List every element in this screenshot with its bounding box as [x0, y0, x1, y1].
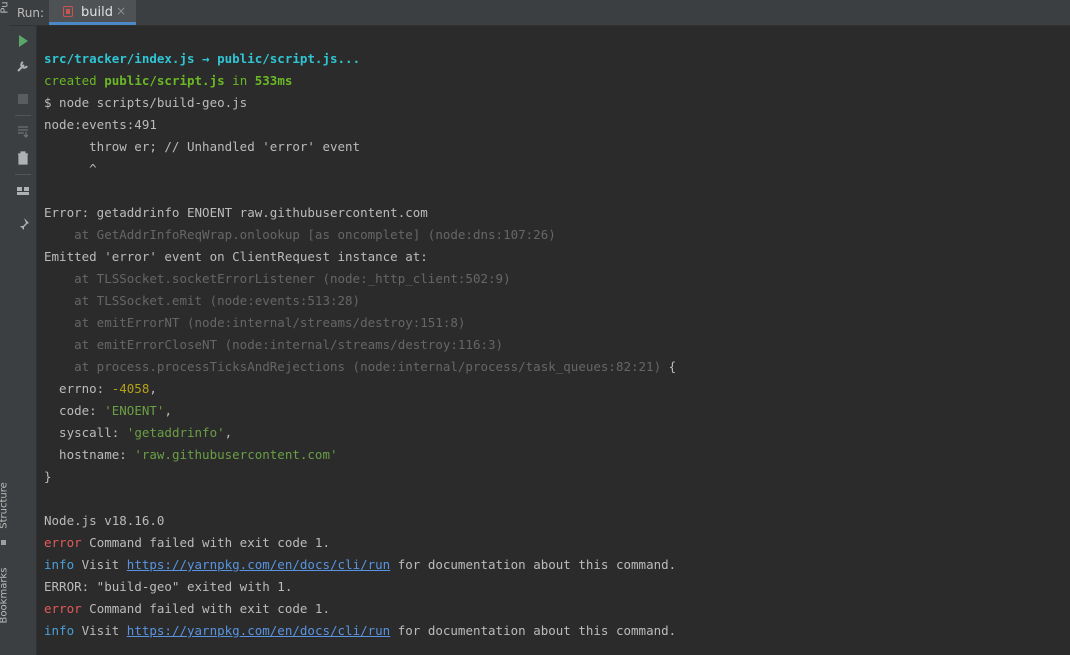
output-path: public/script.js — [217, 51, 338, 66]
prop-key: syscall: — [44, 425, 127, 440]
comma: , — [224, 425, 233, 440]
in-text: in — [224, 73, 255, 88]
layout-icon[interactable] — [16, 184, 30, 198]
console-line: Error: getaddrinfo ENOENT raw.githubuser… — [44, 205, 428, 220]
stack-frame: at process.processTicksAndRejections (no… — [44, 359, 662, 374]
console-line: info Visit https://yarnpkg.com/en/docs/c… — [44, 620, 1070, 642]
ellipsis-text: ... — [337, 51, 361, 66]
console-line: src/tracker/index.js → public/script.js.… — [44, 48, 1070, 70]
stop-icon — [18, 94, 28, 104]
console-line: } — [44, 469, 52, 484]
toolbar-separator — [15, 115, 31, 116]
console-line: node:events:491 — [44, 117, 157, 132]
info-text: Visit — [74, 557, 127, 572]
run-toolbar — [9, 26, 37, 655]
console-line: error Command failed with exit code 1. — [44, 532, 1070, 554]
syscall-value: 'getaddrinfo' — [126, 425, 225, 440]
error-message: Command failed with exit code 1. — [81, 601, 330, 616]
console-line: Node.js v18.16.0 — [44, 513, 165, 528]
arrow-text: → — [194, 51, 218, 66]
prop-key: code: — [44, 403, 105, 418]
structure-icon[interactable] — [1, 540, 6, 545]
scroll-to-end-icon[interactable] — [16, 124, 30, 138]
close-icon[interactable]: × — [116, 4, 126, 18]
console-line: at process.processTicksAndRejections (no… — [44, 356, 1070, 378]
created-path: public/script.js — [104, 73, 225, 88]
prop-key: errno: — [44, 381, 112, 396]
stack-frame: at TLSSocket.socketErrorListener (node:_… — [44, 271, 511, 286]
toolbar-separator — [15, 174, 31, 175]
console-output[interactable]: src/tracker/index.js → public/script.js.… — [44, 48, 1070, 655]
stack-frame: at emitErrorCloseNT (node:internal/strea… — [44, 337, 504, 352]
prop-key: hostname: — [44, 447, 135, 462]
trash-icon[interactable] — [16, 151, 30, 165]
console-line: ERROR: "build-geo" exited with 1. — [44, 579, 293, 594]
input-path: src/tracker/index.js — [44, 51, 195, 66]
console-line: $ node scripts/build-geo.js — [44, 95, 248, 110]
pin-icon[interactable] — [16, 217, 30, 231]
run-tool-header: Run: build × — [9, 0, 1070, 26]
console-line: error Command failed with exit code 1. — [44, 598, 1070, 620]
brace-open: { — [661, 359, 677, 374]
console-line: errno: -4058, — [44, 378, 1070, 400]
errno-value: -4058 — [111, 381, 150, 396]
docs-link[interactable]: https://yarnpkg.com/en/docs/cli/run — [127, 623, 390, 638]
error-tag: error — [44, 601, 82, 616]
console-line: Emitted 'error' event on ClientRequest i… — [44, 249, 428, 264]
console-line: info Visit https://yarnpkg.com/en/docs/c… — [44, 554, 1070, 576]
console-line: created public/script.js in 533ms — [44, 70, 1070, 92]
console-line: throw er; // Unhandled 'error' event — [44, 139, 361, 154]
info-tag: info — [44, 623, 75, 638]
code-value: 'ENOENT' — [104, 403, 165, 418]
npm-script-icon — [63, 6, 73, 17]
info-tag: info — [44, 557, 75, 572]
console-line: code: 'ENOENT', — [44, 400, 1070, 422]
build-time: 533ms — [254, 73, 293, 88]
tab-build[interactable]: build × — [49, 0, 136, 25]
tab-build-label: build — [81, 5, 113, 20]
comma: , — [164, 403, 172, 418]
hostname-value: 'raw.githubusercontent.com' — [134, 447, 338, 462]
info-text: for documentation about this command. — [390, 623, 677, 638]
created-text: created — [44, 73, 105, 88]
console-line: ^ — [44, 161, 97, 176]
error-message: Command failed with exit code 1. — [81, 535, 330, 550]
info-text: Visit — [74, 623, 127, 638]
stack-frame: at GetAddrInfoReqWrap.onlookup [as oncom… — [44, 227, 556, 242]
stack-frame: at TLSSocket.emit (node:events:513:28) — [44, 293, 361, 308]
error-tag: error — [44, 535, 82, 550]
stack-frame: at emitErrorNT (node:internal/streams/de… — [44, 315, 466, 330]
wrench-icon[interactable] — [16, 59, 30, 73]
console-line: hostname: 'raw.githubusercontent.com' — [44, 444, 1070, 466]
run-label: Run: — [17, 6, 45, 20]
console-line: syscall: 'getaddrinfo', — [44, 422, 1070, 444]
comma: , — [149, 381, 157, 396]
run-icon[interactable] — [16, 34, 30, 48]
docs-link[interactable]: https://yarnpkg.com/en/docs/cli/run — [127, 557, 390, 572]
info-text: for documentation about this command. — [390, 557, 677, 572]
